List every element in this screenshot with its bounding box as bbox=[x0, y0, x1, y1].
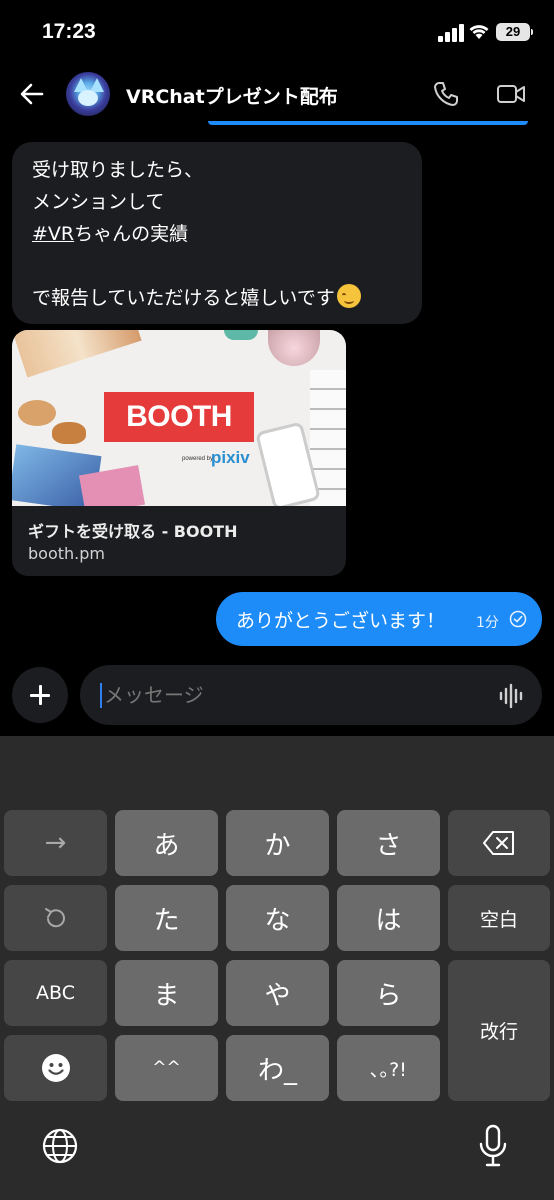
enter-key[interactable]: 改行 bbox=[448, 960, 550, 1101]
undo-key[interactable] bbox=[4, 885, 107, 951]
incoming-message[interactable]: 受け取りましたら、 メンションして #VRちゃんの実績 で報告していただけると嬉… bbox=[12, 142, 422, 324]
message-line: 受け取りましたら、 bbox=[32, 159, 204, 181]
link-domain: booth.pm bbox=[28, 544, 105, 563]
outgoing-message[interactable]: ありがとうございます！ 1分 bbox=[216, 592, 542, 646]
emoji-key[interactable] bbox=[4, 1035, 107, 1101]
message-text: で報告していただけると嬉しいです bbox=[32, 287, 335, 309]
phone-icon[interactable] bbox=[432, 80, 460, 108]
link-title: ギフトを受け取る - BOOTH bbox=[28, 522, 238, 541]
key-ka[interactable]: か bbox=[226, 810, 329, 876]
message-line: で報告していただけると嬉しいです bbox=[32, 282, 402, 314]
decor-bread bbox=[52, 422, 86, 444]
chat-title[interactable]: VRChatプレゼント配布 bbox=[126, 82, 338, 109]
delete-key[interactable] bbox=[448, 810, 550, 876]
backspace-icon bbox=[483, 831, 514, 855]
link-preview-card[interactable]: BOOTH powered by pixiv ギフトを受け取る - BOOTH … bbox=[12, 330, 346, 576]
emoji-icon bbox=[41, 1054, 70, 1082]
decor-sticker bbox=[12, 330, 142, 378]
wifi-icon bbox=[469, 25, 489, 39]
status-bar: 17:23 29 bbox=[0, 0, 554, 64]
key-na[interactable]: な bbox=[226, 885, 329, 951]
message-input[interactable] bbox=[104, 679, 484, 711]
key-ra[interactable]: ら bbox=[337, 960, 440, 1026]
voice-waveform-icon[interactable] bbox=[498, 683, 526, 709]
text-caret bbox=[100, 683, 102, 708]
powered-by-text: powered by bbox=[182, 456, 214, 462]
message-time: 1分 bbox=[476, 615, 499, 631]
key-wa[interactable]: わ_ bbox=[226, 1035, 329, 1101]
message-composer[interactable] bbox=[80, 665, 542, 725]
add-attachment-button[interactable] bbox=[12, 667, 68, 723]
key-ha[interactable]: は bbox=[337, 885, 440, 951]
avatar[interactable] bbox=[66, 72, 110, 116]
abc-key[interactable]: ABC bbox=[4, 960, 107, 1026]
read-check-icon bbox=[509, 610, 527, 628]
link-preview-image: BOOTH powered by pixiv bbox=[12, 330, 346, 506]
back-arrow-icon[interactable] bbox=[16, 78, 48, 110]
status-time: 17:23 bbox=[42, 20, 96, 43]
key-kaomoji[interactable]: ^^ bbox=[115, 1035, 218, 1101]
message-line: #VRちゃんの実績 bbox=[32, 218, 402, 250]
undo-icon bbox=[44, 908, 65, 928]
message-text: ありがとうございます！ bbox=[236, 610, 446, 632]
key-ta[interactable]: た bbox=[115, 885, 218, 951]
video-call-icon[interactable] bbox=[496, 81, 526, 107]
key-sa[interactable]: さ bbox=[337, 810, 440, 876]
previous-message-edge bbox=[208, 121, 528, 125]
chat-header: VRChatプレゼント配布 bbox=[0, 64, 554, 124]
space-key[interactable]: 空白 bbox=[448, 885, 550, 951]
microphone-icon[interactable] bbox=[478, 1124, 508, 1168]
hashtag-link[interactable]: #VR bbox=[32, 223, 74, 245]
battery-indicator: 29 bbox=[496, 23, 530, 41]
signal-icon bbox=[438, 24, 464, 42]
key-ma[interactable]: ま bbox=[115, 960, 218, 1026]
message-line bbox=[32, 250, 402, 282]
decor-badge bbox=[224, 330, 258, 340]
key-ya[interactable]: や bbox=[226, 960, 329, 1026]
message-text: ちゃんの実績 bbox=[74, 223, 189, 245]
smiling-emoji-icon bbox=[336, 284, 361, 308]
globe-icon[interactable] bbox=[40, 1126, 80, 1166]
decor-keychain bbox=[18, 400, 56, 426]
message-line: メンションして bbox=[32, 191, 165, 213]
key-a[interactable]: あ bbox=[115, 810, 218, 876]
battery-tip bbox=[531, 29, 533, 35]
booth-logo: BOOTH bbox=[104, 392, 254, 442]
pixiv-logo: pixiv bbox=[211, 448, 250, 467]
next-candidate-key[interactable]: → bbox=[4, 810, 107, 876]
decor-badge-photo bbox=[268, 330, 320, 366]
key-punctuation[interactable]: ､｡?! bbox=[337, 1035, 440, 1101]
